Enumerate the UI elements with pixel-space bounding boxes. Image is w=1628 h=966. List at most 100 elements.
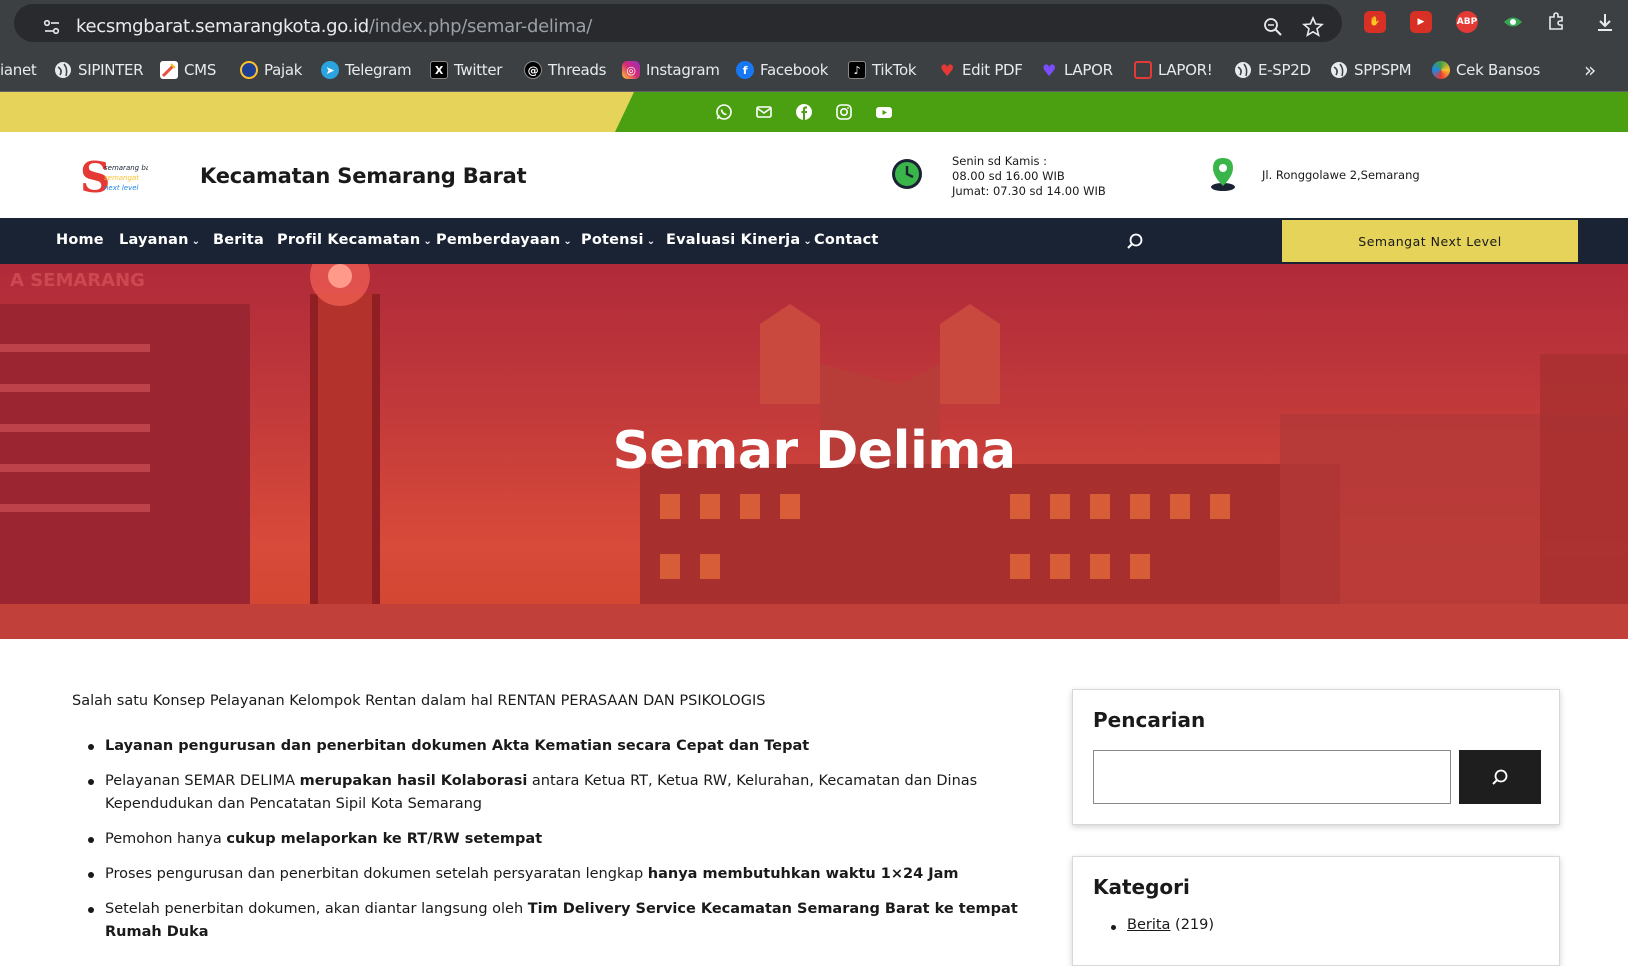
nav-label: Berita xyxy=(213,232,264,248)
bullet-text: Pelayanan SEMAR DELIMA xyxy=(105,773,300,789)
bookmark-label: LAPOR xyxy=(1064,61,1113,79)
hours-line: Jumat: 07.30 sd 14.00 WIB xyxy=(952,184,1106,198)
bookmark-sppspm[interactable]: SPPSPM xyxy=(1330,59,1412,81)
nav-label: Evaluasi Kinerja xyxy=(666,232,801,248)
logo-line1: semarang barat xyxy=(104,164,148,172)
bookmark-twitter[interactable]: X Twitter xyxy=(430,59,502,81)
bookmark-facebook[interactable]: f Facebook xyxy=(736,59,828,81)
site-logo[interactable]: S semarang barat semangat next level xyxy=(78,152,160,202)
search-widget: Pencarian xyxy=(1072,689,1560,825)
nav-home[interactable]: Home xyxy=(56,232,104,248)
list-item: Proses pengurusan dan penerbitan dokumen… xyxy=(88,863,1025,886)
bookmark-lapor[interactable]: ♥ LAPOR xyxy=(1040,59,1113,81)
search-button[interactable] xyxy=(1459,750,1541,804)
bookmark-lapor2[interactable]: LAPOR! xyxy=(1134,59,1213,81)
chevron-down-icon: ⌄ xyxy=(646,236,656,247)
threads-icon: @ xyxy=(524,61,542,79)
hero-bg-text: A SEMARANG xyxy=(10,270,145,291)
cms-icon xyxy=(160,61,178,79)
instagram-icon[interactable] xyxy=(834,102,854,122)
nav-label: Layanan xyxy=(119,232,189,248)
youtube-icon[interactable] xyxy=(874,102,894,122)
bookmark-label: SIPINTER xyxy=(78,61,144,79)
mail-icon[interactable] xyxy=(754,102,774,122)
zoom-icon[interactable] xyxy=(1262,16,1284,38)
bookmark-tiktok[interactable]: ♪ TikTok xyxy=(848,59,917,81)
bookmark-label: ianet xyxy=(0,61,37,79)
nav-label: Contact xyxy=(814,232,879,248)
whatsapp-icon[interactable] xyxy=(714,102,734,122)
bookmark-pajak[interactable]: Pajak xyxy=(240,59,302,81)
bookmark-threads[interactable]: @ Threads xyxy=(524,59,606,81)
bookmark-cms[interactable]: CMS xyxy=(160,59,216,81)
chevron-down-icon: ⌄ xyxy=(563,236,572,247)
semangat-next-level-button[interactable]: Semangat Next Level xyxy=(1282,220,1578,262)
eye-extension-icon[interactable] xyxy=(1502,11,1524,33)
bookmark-label: Cek Bansos xyxy=(1456,61,1540,79)
chevron-down-icon: ⌄ xyxy=(191,236,201,247)
bansos-icon xyxy=(1432,61,1450,79)
hours-line: Senin sd Kamis : xyxy=(952,154,1048,168)
nav-label: Potensi xyxy=(581,232,644,248)
more-bookmarks-button[interactable]: » xyxy=(1584,58,1596,82)
page-title: Semar Delima xyxy=(612,421,1016,481)
globe-icon xyxy=(1234,61,1252,79)
site-info-icon[interactable] xyxy=(42,17,62,37)
search-icon[interactable] xyxy=(1126,232,1144,250)
feature-list: Layanan pengurusan dan penerbitan dokume… xyxy=(88,735,1025,956)
facebook-icon[interactable] xyxy=(794,102,814,122)
office-hours: Senin sd Kamis : 08.00 sd 16.00 WIB Juma… xyxy=(952,154,1106,199)
nav-contact[interactable]: Contact xyxy=(814,232,879,248)
bookmark-label: E-SP2D xyxy=(1258,61,1311,79)
bookmarks-bar: ianet SIPINTER CMS Pajak ➤ Telegram X Tw… xyxy=(0,46,1628,92)
globe-icon xyxy=(54,61,72,79)
intro-text: Salah satu Konsep Pelayanan Kelompok Ren… xyxy=(72,693,766,709)
category-item: Berita (219) xyxy=(1110,917,1214,933)
bookmark-instagram[interactable]: ◎ Instagram xyxy=(622,59,720,81)
top-strip-yellow xyxy=(0,92,634,132)
nav-label: Profil Kecamatan xyxy=(277,232,421,248)
bookmark-ianet[interactable]: ianet xyxy=(0,59,37,81)
extensions-puzzle-icon[interactable] xyxy=(1546,11,1568,33)
nav-layanan[interactable]: Layanan ⌄ xyxy=(119,232,200,248)
video-extension-icon[interactable]: ▶ xyxy=(1410,11,1432,33)
url-host: kecsmgbarat.semarangkota.go.id xyxy=(76,16,369,37)
bookmark-telegram[interactable]: ➤ Telegram xyxy=(321,59,412,81)
bookmark-label: SPPSPM xyxy=(1354,61,1412,79)
search-widget-title: Pencarian xyxy=(1093,708,1206,732)
nav-berita[interactable]: Berita xyxy=(213,232,264,248)
list-item: Layanan pengurusan dan penerbitan dokume… xyxy=(88,735,1025,758)
category-link-berita[interactable]: Berita xyxy=(1127,917,1170,933)
bookmark-label: Pajak xyxy=(264,61,303,79)
hours-line: 08.00 sd 16.00 WIB xyxy=(952,169,1065,183)
tiktok-icon: ♪ xyxy=(848,61,866,79)
download-icon[interactable] xyxy=(1594,11,1616,33)
clock-icon xyxy=(890,157,924,191)
address-bar[interactable]: kecsmgbarat.semarangkota.go.id/index.php… xyxy=(14,4,1342,42)
url-path: /index.php/semar-delima/ xyxy=(368,16,592,37)
nav-pemberdayaan[interactable]: Pemberdayaan ⌄ xyxy=(436,232,572,248)
location-pin-icon xyxy=(1208,156,1238,192)
telegram-icon: ➤ xyxy=(321,61,339,79)
instagram-icon: ◎ xyxy=(622,61,640,79)
bookmark-label: Twitter xyxy=(454,61,503,79)
bookmark-edit-pdf[interactable]: ♥ Edit PDF xyxy=(938,59,1023,81)
bookmark-label: Edit PDF xyxy=(962,61,1023,79)
bullet-text: Pemohon hanya xyxy=(105,831,227,847)
bookmark-sipinter[interactable]: SIPINTER xyxy=(54,59,144,81)
nav-profil-kecamatan[interactable]: Profil Kecamatan ⌄ xyxy=(277,232,432,248)
bookmark-label: Threads xyxy=(548,61,607,79)
search-input[interactable] xyxy=(1093,750,1451,804)
bookmark-esp2d[interactable]: E-SP2D xyxy=(1234,59,1311,81)
nav-evaluasi-kinerja[interactable]: Evaluasi Kinerja ⌄ xyxy=(666,232,812,248)
site-title[interactable]: Kecamatan Semarang Barat xyxy=(200,164,527,188)
browser-toolbar: kecsmgbarat.semarangkota.go.id/index.php… xyxy=(0,0,1628,46)
adblock-plus-icon[interactable]: ABP xyxy=(1456,11,1478,33)
bookmark-cek-bansos[interactable]: Cek Bansos xyxy=(1432,59,1540,81)
stop-hand-extension-icon[interactable]: ✋ xyxy=(1364,11,1386,33)
star-bookmark-icon[interactable] xyxy=(1302,15,1324,38)
url-text[interactable]: kecsmgbarat.semarangkota.go.id/index.php… xyxy=(76,16,592,37)
nav-potensi[interactable]: Potensi ⌄ xyxy=(581,232,655,248)
address-text: Jl. Ronggolawe 2,Semarang xyxy=(1262,168,1420,182)
lapor-icon: ♥ xyxy=(1041,60,1057,80)
